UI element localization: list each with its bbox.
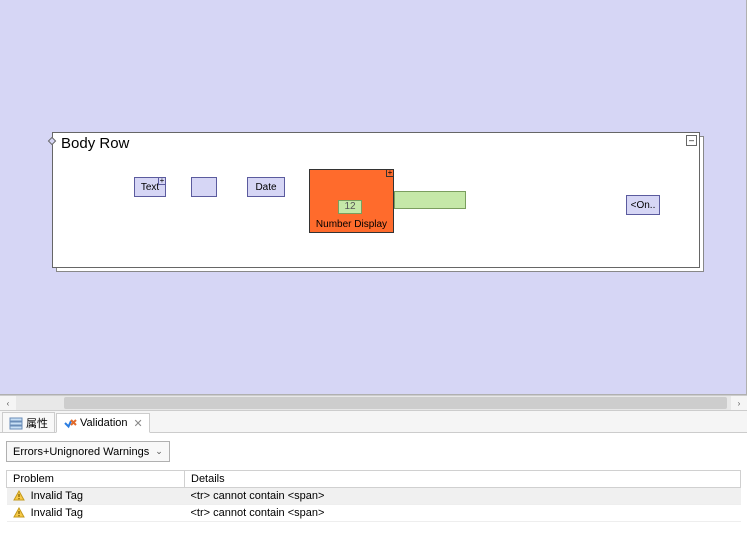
problems-table: Problem Details Invalid Tag <tr> cannot … bbox=[6, 470, 741, 522]
problem-text: Invalid Tag bbox=[31, 507, 83, 519]
body-row-title: Body Row bbox=[61, 135, 129, 152]
chevron-down-icon: ⌄ bbox=[155, 446, 163, 457]
scroll-right-button[interactable]: › bbox=[731, 396, 747, 410]
on-widget-label: <On.. bbox=[631, 200, 656, 211]
column-header-details[interactable]: Details bbox=[185, 471, 741, 488]
scroll-thumb[interactable] bbox=[64, 397, 727, 409]
properties-icon bbox=[9, 416, 23, 430]
expand-icon[interactable]: + bbox=[386, 169, 394, 177]
scroll-track[interactable] bbox=[16, 396, 731, 410]
number-value: 12 bbox=[338, 200, 362, 214]
date-widget-label: Date bbox=[255, 182, 276, 193]
tab-validation[interactable]: Validation ✕ bbox=[56, 413, 150, 433]
validation-panel: Errors+Unignored Warnings ⌄ Problem Deta… bbox=[0, 433, 747, 556]
tab-properties[interactable]: 属性 bbox=[2, 412, 55, 432]
number-widget-label: Number Display bbox=[310, 219, 393, 230]
text-widget-label: Text bbox=[141, 182, 159, 193]
warning-icon bbox=[13, 507, 25, 519]
body-row-handle[interactable] bbox=[49, 138, 55, 144]
problem-text: Invalid Tag bbox=[31, 490, 83, 502]
collapse-button[interactable]: – bbox=[686, 135, 697, 146]
column-header-problem[interactable]: Problem bbox=[7, 471, 185, 488]
body-row[interactable]: Body Row – Text + Date + 12 Number Displ… bbox=[52, 132, 700, 268]
green-field-widget[interactable] bbox=[394, 191, 466, 209]
design-canvas[interactable]: Body Row – Text + Date + 12 Number Displ… bbox=[0, 0, 747, 395]
number-display-widget[interactable]: + 12 Number Display bbox=[309, 169, 394, 233]
bottom-tabs-bar: 属性 Validation ✕ bbox=[0, 411, 747, 433]
table-row[interactable]: Invalid Tag <tr> cannot contain <span> bbox=[7, 505, 741, 522]
validation-filter-dropdown[interactable]: Errors+Unignored Warnings ⌄ bbox=[6, 441, 170, 462]
expand-icon[interactable]: + bbox=[158, 177, 166, 185]
details-text: <tr> cannot contain <span> bbox=[185, 488, 741, 505]
close-icon[interactable]: ✕ bbox=[134, 417, 143, 430]
date-widget[interactable]: Date bbox=[247, 177, 285, 197]
empty-widget[interactable] bbox=[191, 177, 217, 197]
validation-filter-label: Errors+Unignored Warnings bbox=[13, 446, 149, 458]
validation-icon bbox=[63, 416, 77, 430]
table-row[interactable]: Invalid Tag <tr> cannot contain <span> bbox=[7, 488, 741, 505]
warning-icon bbox=[13, 490, 25, 502]
tab-validation-label: Validation bbox=[80, 417, 128, 429]
scroll-left-button[interactable]: ‹ bbox=[0, 396, 16, 410]
tab-properties-label: 属性 bbox=[26, 415, 48, 431]
on-widget[interactable]: <On.. bbox=[626, 195, 660, 215]
body-row-container: Body Row – Text + Date + 12 Number Displ… bbox=[52, 132, 705, 272]
text-widget[interactable]: Text + bbox=[134, 177, 166, 197]
details-text: <tr> cannot contain <span> bbox=[185, 505, 741, 522]
horizontal-scrollbar[interactable]: ‹ › bbox=[0, 395, 747, 411]
